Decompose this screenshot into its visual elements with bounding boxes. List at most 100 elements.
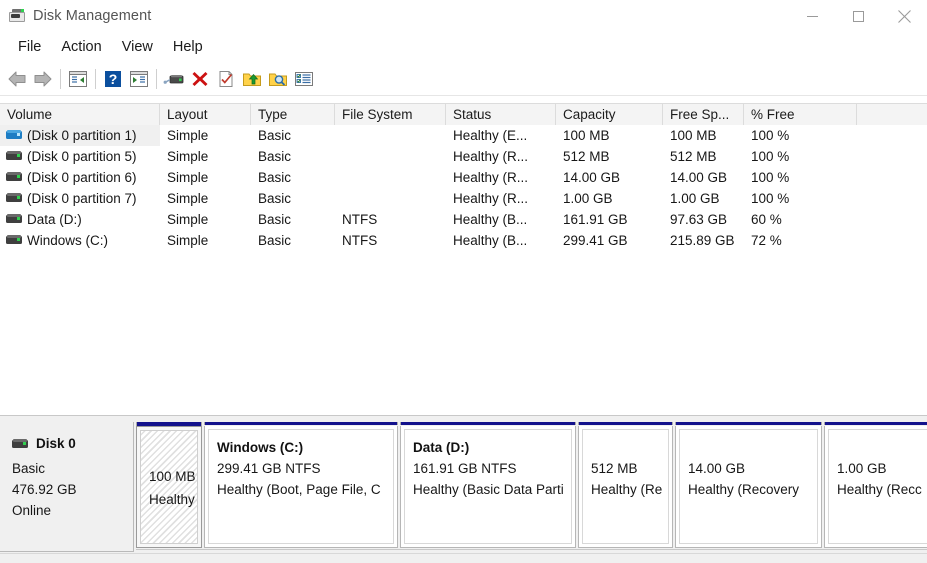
- cell-layout: Simple: [160, 188, 251, 209]
- list-view-icon: [294, 70, 314, 88]
- cell-layout: Simple: [160, 230, 251, 251]
- column-header-layout[interactable]: Layout: [160, 104, 251, 125]
- column-header-type[interactable]: Type: [251, 104, 335, 125]
- menu-action[interactable]: Action: [51, 36, 111, 58]
- partition-details: Data (D:) 161.91 GB NTFS Healthy (Basic …: [404, 429, 572, 544]
- column-header-filler[interactable]: [857, 104, 927, 125]
- partition-block[interactable]: 14.00 GB Healthy (Recovery: [675, 426, 822, 548]
- cell-volume-text: (Disk 0 partition 7): [27, 191, 137, 206]
- help-icon: ?: [104, 70, 122, 88]
- title-bar: Disk Management: [0, 0, 927, 32]
- cell-percent-free: 100 %: [744, 125, 857, 146]
- cell-volume: Data (D:): [0, 209, 160, 230]
- column-header-volume[interactable]: Volume: [0, 104, 160, 125]
- cell-free-space: 1.00 GB: [663, 188, 744, 209]
- back-arrow-icon: [6, 70, 28, 88]
- partition-title: Windows (C:): [217, 438, 393, 458]
- menu-view[interactable]: View: [112, 36, 163, 58]
- volume-list-pane: Volume Layout Type File System Status Ca…: [0, 103, 927, 415]
- explore-volume-button[interactable]: [265, 66, 291, 92]
- cell-capacity: 161.91 GB: [556, 209, 663, 230]
- help-button[interactable]: ?: [100, 66, 126, 92]
- menu-bar: File Action View Help: [0, 32, 927, 62]
- partition-block[interactable]: 512 MB Healthy (Re: [578, 426, 673, 548]
- partition-color-bar: [675, 422, 822, 425]
- cell-layout: Simple: [160, 209, 251, 230]
- column-header-file-system[interactable]: File System: [335, 104, 446, 125]
- cell-layout: Simple: [160, 167, 251, 188]
- delete-button[interactable]: [187, 66, 213, 92]
- disk-name: Disk 0: [36, 436, 76, 451]
- cell-file-system: [335, 125, 446, 146]
- window-controls: [789, 0, 927, 32]
- partition-status: Healthy (Recc: [837, 479, 927, 500]
- column-header-status[interactable]: Status: [446, 104, 556, 125]
- cell-status: Healthy (B...: [446, 209, 556, 230]
- cell-type: Basic: [251, 146, 335, 167]
- column-header-percent-free[interactable]: % Free: [744, 104, 857, 125]
- volume-icon: [6, 151, 22, 162]
- toolbar: ?: [0, 62, 927, 95]
- show-hide-action-pane-button[interactable]: [126, 66, 152, 92]
- disk-icon: [12, 439, 28, 449]
- close-button[interactable]: [881, 0, 927, 32]
- column-header-free-space[interactable]: Free Sp...: [663, 104, 744, 125]
- table-row[interactable]: (Disk 0 partition 5) Simple Basic Health…: [0, 146, 927, 167]
- cell-status: Healthy (R...: [446, 146, 556, 167]
- table-row[interactable]: (Disk 0 partition 7) Simple Basic Health…: [0, 188, 927, 209]
- partition-size: 100 MB: [149, 465, 197, 488]
- menu-help[interactable]: Help: [163, 36, 213, 58]
- forward-button[interactable]: [30, 66, 56, 92]
- cell-type: Basic: [251, 209, 335, 230]
- graphical-view-pane: Disk 0 Basic 476.92 GB Online 100 MB Hea…: [0, 422, 927, 563]
- cell-volume: (Disk 0 partition 5): [0, 146, 160, 167]
- cell-type: Basic: [251, 167, 335, 188]
- cell-free-space: 97.63 GB: [663, 209, 744, 230]
- window-title: Disk Management: [33, 8, 151, 24]
- partition-block[interactable]: 100 MB Healthy: [136, 426, 202, 548]
- partition-color-bar: [578, 422, 673, 425]
- disk-type: Basic: [12, 458, 133, 479]
- partition-color-bar: [824, 422, 927, 425]
- cell-file-system: [335, 167, 446, 188]
- table-row[interactable]: (Disk 0 partition 1) Simple Basic Health…: [0, 125, 927, 146]
- toolbar-separator: [60, 69, 61, 89]
- cell-capacity: 100 MB: [556, 125, 663, 146]
- extend-volume-button[interactable]: [239, 66, 265, 92]
- cell-volume-text: Windows (C:): [27, 233, 108, 248]
- rescan-disks-button[interactable]: [161, 66, 187, 92]
- cell-percent-free: 72 %: [744, 230, 857, 251]
- extend-volume-icon: [242, 70, 262, 88]
- partition-block[interactable]: 1.00 GB Healthy (Recc: [824, 426, 927, 548]
- table-row[interactable]: Windows (C:) Simple Basic NTFS Healthy (…: [0, 230, 927, 251]
- back-button[interactable]: [4, 66, 30, 92]
- disk-info-panel[interactable]: Disk 0 Basic 476.92 GB Online: [0, 422, 134, 552]
- properties-button[interactable]: [213, 66, 239, 92]
- partition-block[interactable]: Data (D:) 161.91 GB NTFS Healthy (Basic …: [400, 426, 576, 548]
- cell-type: Basic: [251, 125, 335, 146]
- cell-volume-text: (Disk 0 partition 5): [27, 149, 137, 164]
- disk-status: Online: [12, 500, 133, 521]
- pane-splitter[interactable]: [0, 415, 927, 422]
- minimize-button[interactable]: [789, 0, 835, 32]
- cell-capacity: 14.00 GB: [556, 167, 663, 188]
- show-hide-action-pane-icon: [129, 70, 149, 88]
- disk-management-icon: [9, 8, 25, 24]
- partition-block[interactable]: Windows (C:) 299.41 GB NTFS Healthy (Boo…: [204, 426, 398, 548]
- show-hide-console-tree-button[interactable]: [65, 66, 91, 92]
- list-view-button[interactable]: [291, 66, 317, 92]
- partition-status: Healthy (Recovery: [688, 479, 817, 500]
- partition-details: 14.00 GB Healthy (Recovery: [679, 429, 818, 544]
- cell-volume-text: (Disk 0 partition 6): [27, 170, 137, 185]
- menu-file[interactable]: File: [8, 36, 51, 58]
- cell-volume-text: Data (D:): [27, 212, 82, 227]
- table-row[interactable]: (Disk 0 partition 6) Simple Basic Health…: [0, 167, 927, 188]
- maximize-button[interactable]: [835, 0, 881, 32]
- show-hide-console-tree-icon: [68, 70, 88, 88]
- table-row[interactable]: Data (D:) Simple Basic NTFS Healthy (B..…: [0, 209, 927, 230]
- cell-file-system: NTFS: [335, 209, 446, 230]
- delete-icon: [191, 70, 209, 88]
- cell-percent-free: 100 %: [744, 188, 857, 209]
- column-header-capacity[interactable]: Capacity: [556, 104, 663, 125]
- cell-status: Healthy (B...: [446, 230, 556, 251]
